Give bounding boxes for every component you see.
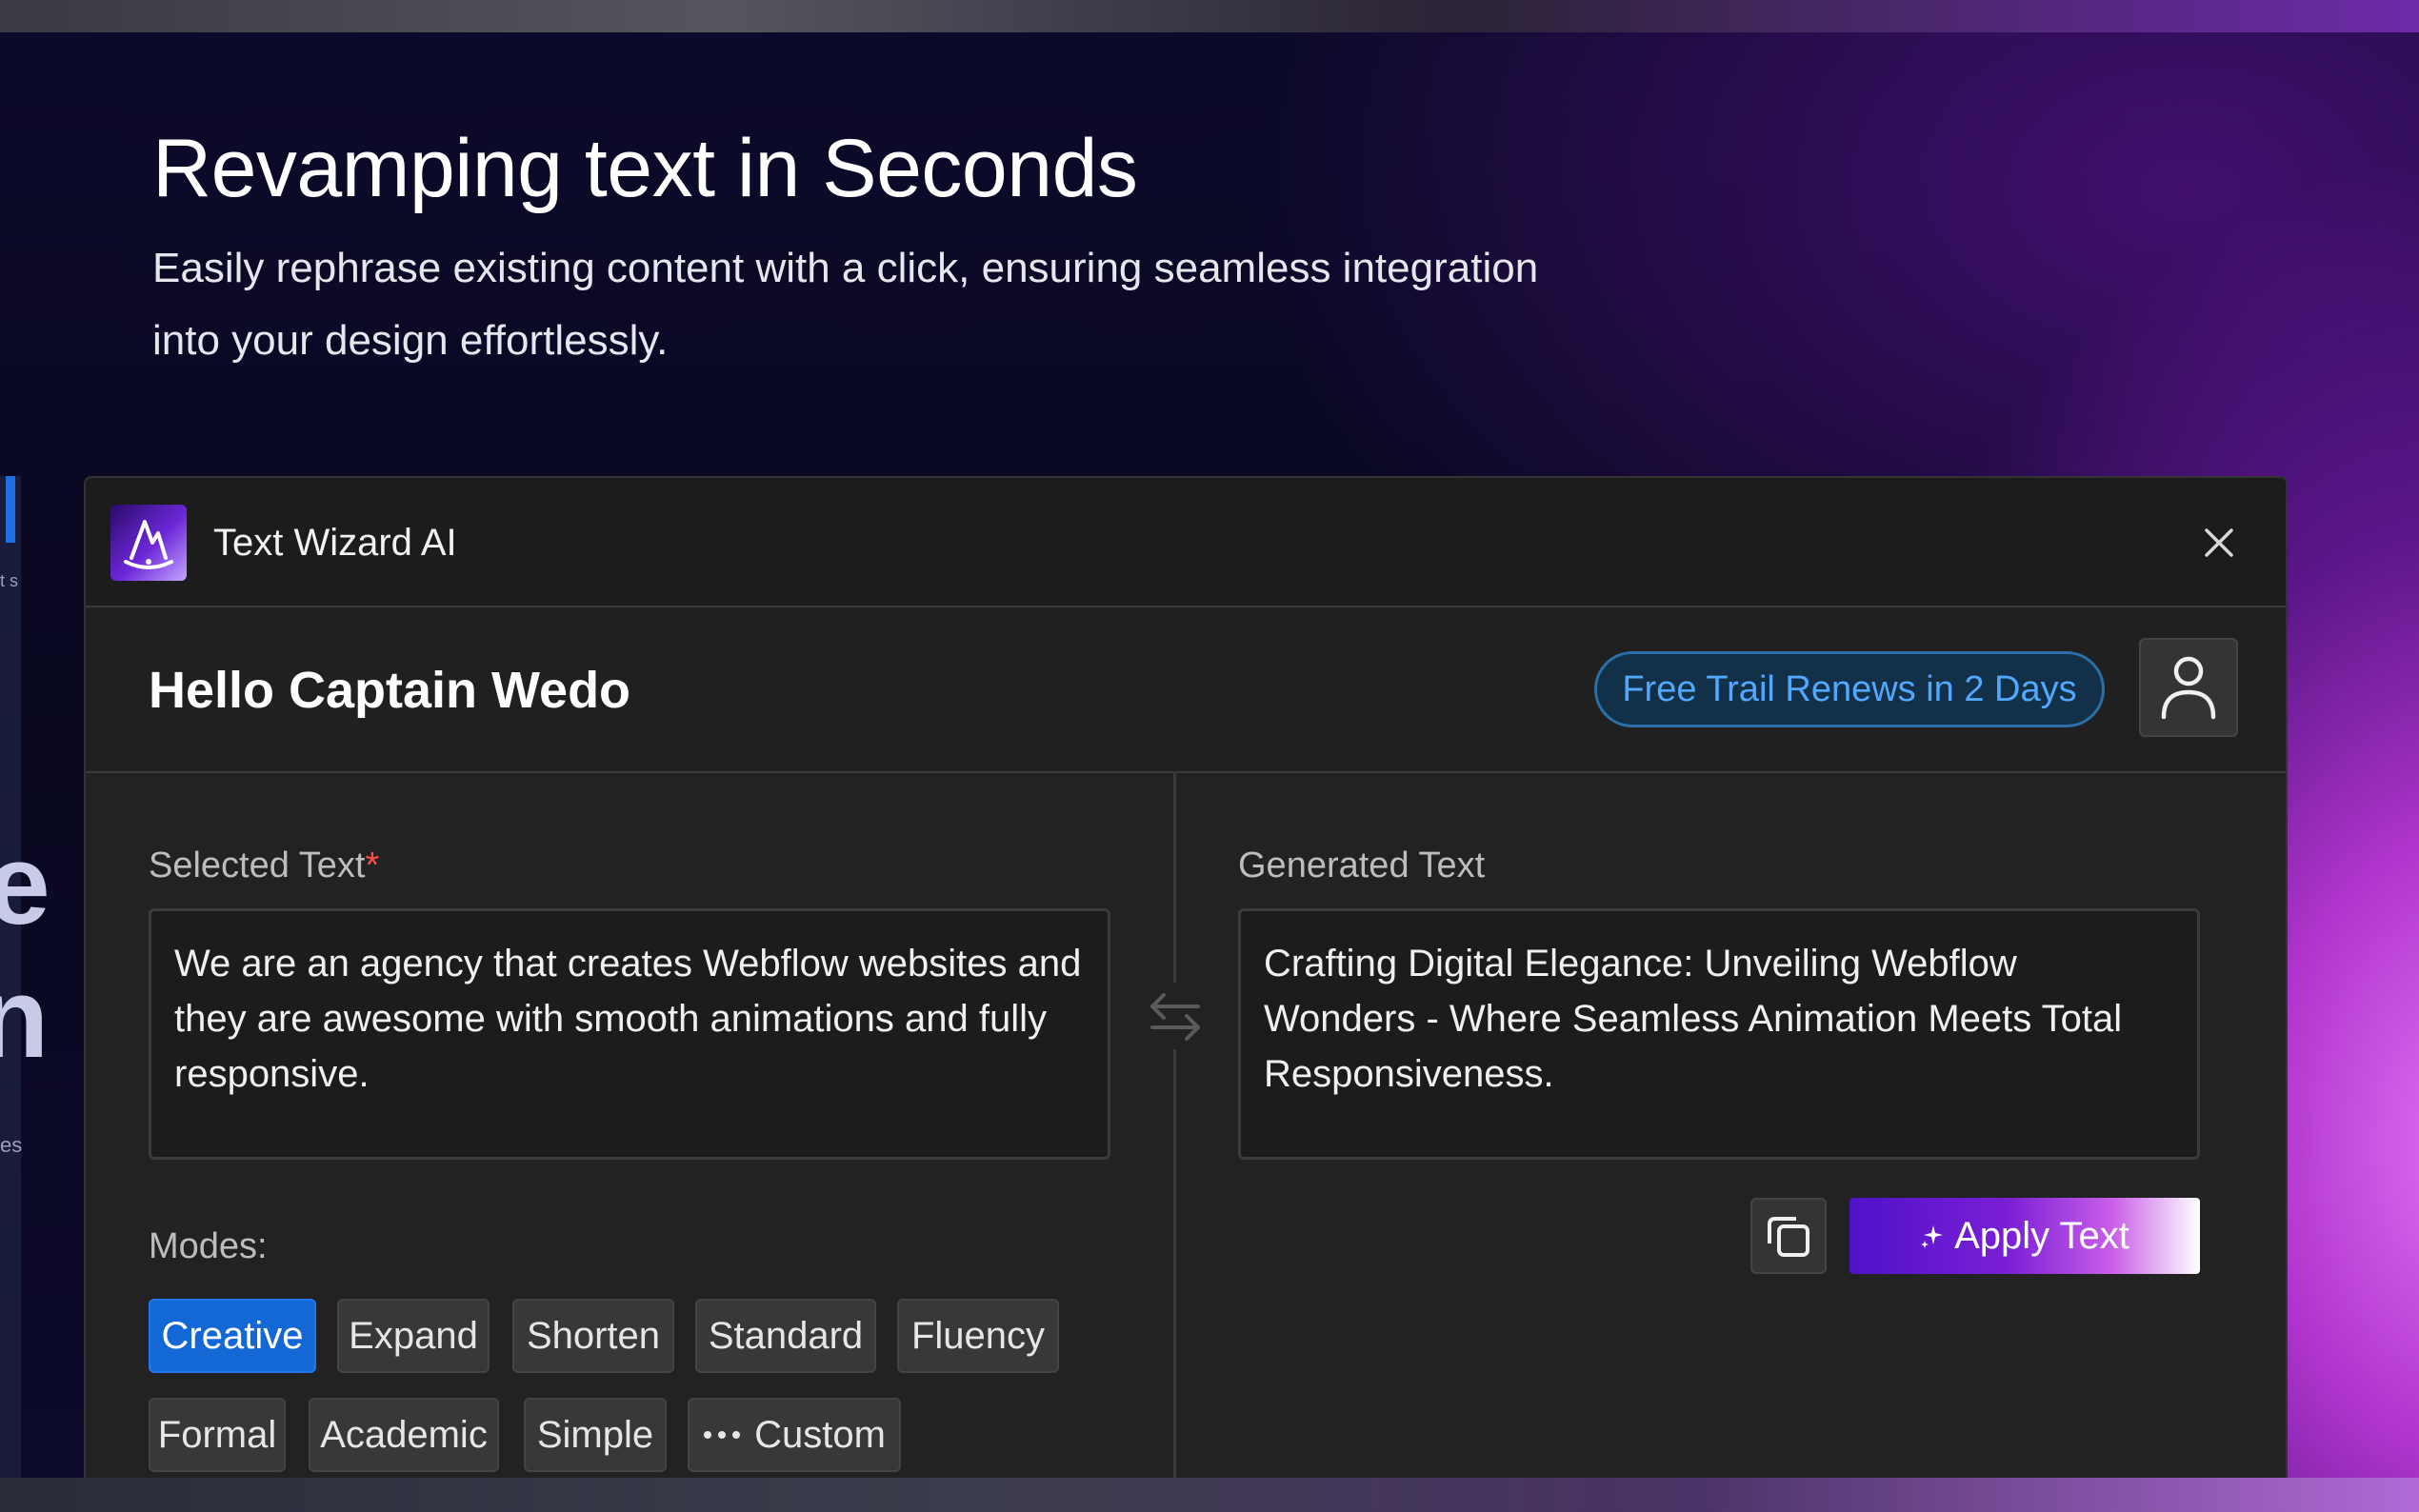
mode-chip-academic[interactable]: Academic [309,1398,499,1472]
mode-chip-custom[interactable]: Custom [688,1398,901,1472]
modes-label: Modes: [149,1226,268,1266]
text-wizard-panel: Text Wizard AI Hello Captain Wedo Free T… [84,476,2288,1478]
selected-text-label: Selected Text* [149,846,379,886]
mode-chip-standard[interactable]: Standard [695,1299,876,1373]
user-icon [2161,656,2216,720]
bottom-bar [0,1478,2419,1512]
mode-chip-creative[interactable]: Creative [149,1299,316,1373]
background-text-fragment: e [0,821,50,948]
selected-text-input[interactable]: We are an agency that creates Webflow we… [149,908,1110,1160]
copy-icon [1768,1217,1809,1257]
generated-text-label: Generated Text [1238,846,1486,885]
panel-header: Text Wizard AI [86,478,2286,607]
hero-title: Revamping text in Seconds [152,123,1138,214]
app-title: Text Wizard AI [213,522,457,564]
mode-chip-fluency[interactable]: Fluency [897,1299,1059,1373]
apply-text-button[interactable]: Apply Text [1849,1198,2200,1274]
column-divider [1173,773,1176,1478]
generated-text-output[interactable]: Crafting Digital Elegance: Unveiling Web… [1238,908,2200,1160]
more-dots-icon [704,1431,741,1439]
hero-subtitle: Easily rephrase existing content with a … [152,232,1638,377]
mode-chip-expand[interactable]: Expand [337,1299,490,1373]
greeting-row: Hello Captain Wedo Free Trail Renews in … [86,607,2286,773]
trial-status-badge[interactable]: Free Trail Renews in 2 Days [1594,651,2105,727]
hero-subtitle-line: Easily rephrase existing content with a … [152,245,1539,291]
background-accent-bar [6,476,15,543]
mode-chip-shorten[interactable]: Shorten [512,1299,674,1373]
mode-chip-formal[interactable]: Formal [149,1398,286,1472]
background-text-fragment: n [0,954,50,1082]
swap-icon [1137,983,1213,1049]
required-marker: * [365,846,380,885]
selected-text-label-text: Selected Text [149,846,366,885]
close-button[interactable] [2194,518,2244,567]
greeting-text: Hello Captain Wedo [149,662,631,719]
user-account-button[interactable] [2139,638,2238,737]
background-text-fragment: t s [0,571,19,590]
background-text-fragment: es [0,1133,23,1157]
top-browser-bar [0,0,2419,32]
mode-chip-simple[interactable]: Simple [524,1398,667,1472]
sparkle-icon [1921,1225,1944,1248]
close-icon [2205,528,2233,557]
background-page-edge: t s e n es [0,476,50,1478]
apply-text-label: Apply Text [1954,1214,2129,1257]
hero-subtitle-line: into your design effortlessly. [152,317,669,364]
wizard-hat-icon [110,505,187,581]
mode-chip-label: Custom [754,1413,886,1456]
copy-button[interactable] [1750,1198,1827,1274]
